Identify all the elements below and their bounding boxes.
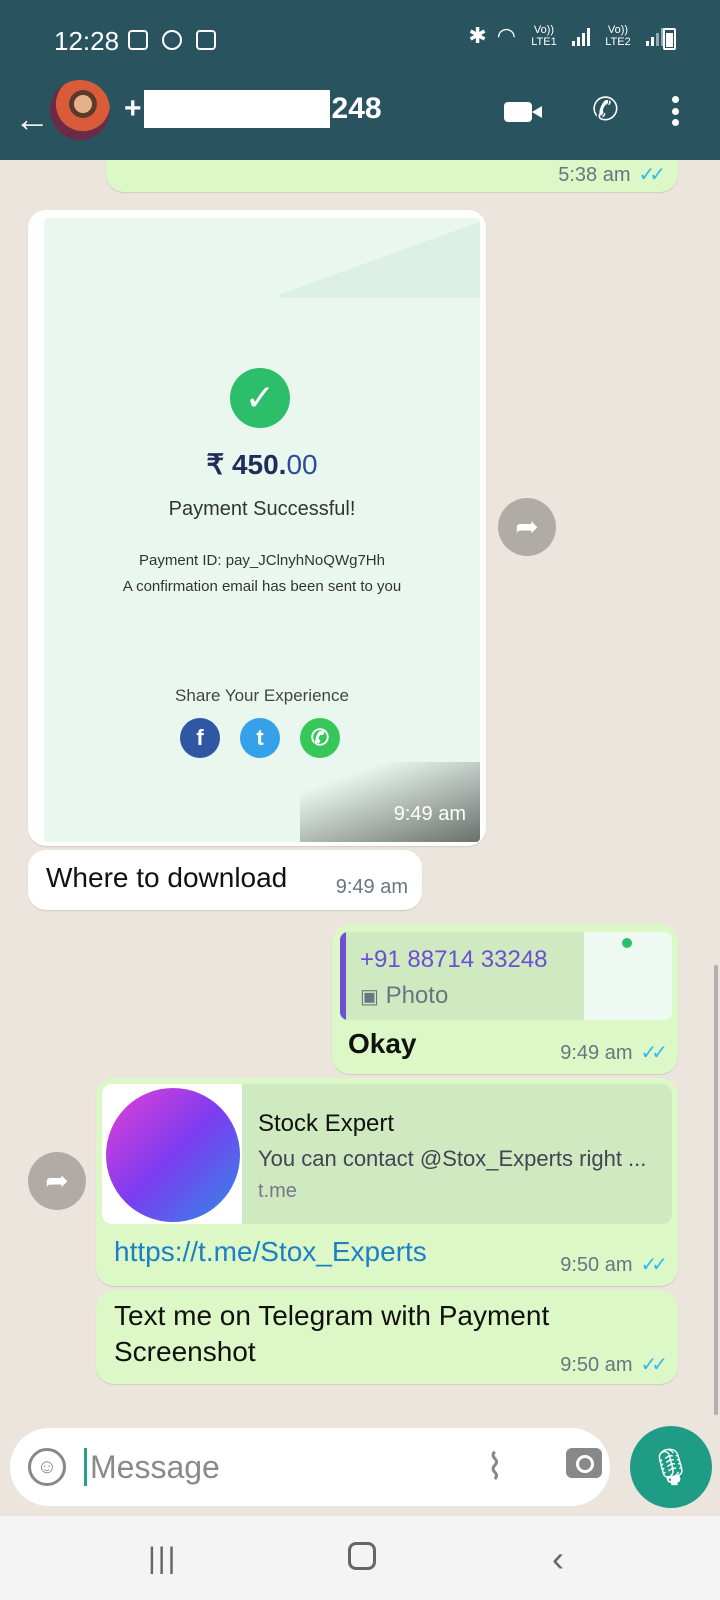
quote-thumbnail bbox=[584, 932, 672, 1020]
sim1-signal-icon bbox=[572, 26, 590, 46]
message-time: 9:50 am ✓✓ bbox=[560, 1354, 668, 1376]
battery-icon bbox=[663, 28, 676, 50]
emoji-icon[interactable]: ☺ bbox=[28, 1448, 66, 1486]
payment-details: Payment ID: pay_JClnyhNoQWg7Hh A confirm… bbox=[44, 548, 480, 600]
message-text: Where to download bbox=[46, 862, 288, 893]
bluetooth-icon: ✱ bbox=[468, 23, 487, 48]
social-icons: f t ✆ bbox=[180, 718, 340, 758]
message-time: 9:50 am ✓✓ bbox=[560, 1254, 668, 1276]
contact-suffix: 248 bbox=[331, 92, 382, 125]
read-ticks-icon: ✓✓ bbox=[640, 1354, 667, 1376]
message-time: 9:49 am ✓✓ bbox=[560, 1042, 668, 1064]
message-bubble-incoming[interactable]: Where to download 9:49 am bbox=[28, 850, 422, 910]
mic-button[interactable]: 🎙 bbox=[630, 1426, 712, 1508]
share-title: Share Your Experience bbox=[175, 686, 349, 705]
wifi-icon: ◠ bbox=[496, 23, 516, 48]
contact-name[interactable]: + 248 bbox=[124, 90, 382, 128]
facebook-icon: f bbox=[180, 718, 220, 758]
payment-id: Payment ID: pay_JClnyhNoQWg7Hh bbox=[139, 552, 385, 569]
message-bubble-image[interactable]: ✓ ₹ 450.00 Payment Successful! Payment I… bbox=[28, 210, 486, 846]
link-title: Stock Expert bbox=[258, 1110, 395, 1137]
read-ticks-icon: ✓✓ bbox=[640, 1254, 667, 1276]
quote-type: ▣ Photo bbox=[360, 982, 449, 1009]
payment-status: Payment Successful! bbox=[168, 498, 356, 520]
decorative-corner bbox=[280, 218, 480, 298]
signal-area: ✱ ◠ Vo)) LTE1 Vo)) LTE2 bbox=[468, 24, 664, 48]
app-notification-icon bbox=[196, 30, 216, 50]
notification-icons bbox=[128, 30, 216, 50]
quote-bar bbox=[340, 932, 346, 1020]
forward-icon[interactable]: ➦ bbox=[498, 498, 556, 556]
link-domain: t.me bbox=[258, 1180, 297, 1202]
contact-prefix: + bbox=[124, 92, 142, 125]
home-icon[interactable] bbox=[348, 1542, 376, 1570]
status-bar: 12:28 ✱ ◠ Vo)) LTE1 Vo)) LTE2 bbox=[0, 0, 720, 80]
video-call-icon[interactable] bbox=[504, 102, 542, 122]
message-bubble-link[interactable]: Stock Expert You can contact @Stox_Exper… bbox=[96, 1078, 678, 1286]
read-ticks-icon: ✓✓ bbox=[640, 1042, 667, 1064]
text-caret bbox=[84, 1448, 87, 1486]
quoted-message[interactable]: +91 88714 33248 ▣ Photo bbox=[340, 932, 672, 1020]
confirmation-text: A confirmation email has been sent to yo… bbox=[122, 578, 402, 595]
message-input-bar: ☺ ⌇ bbox=[10, 1428, 610, 1506]
gallery-notification-icon bbox=[128, 30, 148, 50]
redacted-block bbox=[143, 90, 330, 128]
chat-area[interactable]: 5:38 am ✓✓ ✓ ₹ 450.00 Payment Successful!… bbox=[0, 160, 720, 1430]
link-thumbnail bbox=[102, 1084, 242, 1224]
arrow-left-icon[interactable]: ← bbox=[14, 94, 50, 144]
link-description: You can contact @Stox_Experts right ... bbox=[258, 1146, 647, 1171]
message-text: Text me on Telegram with Payment Screens… bbox=[114, 1300, 550, 1367]
phone-icon[interactable]: ✆ bbox=[592, 90, 619, 128]
back-icon[interactable]: ‹ bbox=[552, 1538, 564, 1580]
message-text: Okay bbox=[348, 1028, 417, 1059]
check-circle-icon: ✓ bbox=[230, 368, 290, 428]
message-link[interactable]: https://t.me/Stox_Experts bbox=[114, 1236, 427, 1268]
camera-icon[interactable] bbox=[566, 1448, 602, 1478]
payment-screenshot[interactable]: ✓ ₹ 450.00 Payment Successful! Payment I… bbox=[44, 218, 480, 842]
stock-chart-icon bbox=[106, 1088, 240, 1222]
message-time: 9:49 am bbox=[335, 876, 408, 898]
sync-notification-icon bbox=[162, 30, 182, 50]
message-input[interactable] bbox=[90, 1442, 470, 1492]
read-ticks-icon: ✓✓ bbox=[638, 164, 665, 186]
scrollbar[interactable] bbox=[714, 965, 718, 1415]
message-time: 9:49 am bbox=[393, 803, 466, 825]
twitter-icon: t bbox=[240, 718, 280, 758]
sim1-label: Vo)) LTE1 bbox=[531, 24, 557, 48]
sim2-signal-icon bbox=[646, 26, 664, 46]
sim2-label: Vo)) LTE2 bbox=[605, 24, 631, 48]
payment-amount: ₹ 450.00 bbox=[206, 449, 318, 480]
system-nav-bar: ||| ‹ bbox=[0, 1516, 720, 1600]
quote-sender: +91 88714 33248 bbox=[360, 946, 548, 973]
forward-icon[interactable]: ➦ bbox=[28, 1152, 86, 1210]
link-preview-card[interactable]: Stock Expert You can contact @Stox_Exper… bbox=[102, 1084, 672, 1224]
image-shade bbox=[300, 762, 480, 842]
message-bubble-reply[interactable]: +91 88714 33248 ▣ Photo Okay 9:49 am ✓✓ bbox=[332, 924, 678, 1074]
chat-header: ← + 248 ✆ bbox=[0, 80, 720, 160]
whatsapp-icon: ✆ bbox=[300, 718, 340, 758]
photo-icon: ▣ bbox=[360, 986, 379, 1008]
mic-icon: 🎙 bbox=[648, 1446, 694, 1487]
status-time: 12:28 bbox=[54, 26, 120, 56]
message-bubble-outgoing[interactable]: Text me on Telegram with Payment Screens… bbox=[96, 1290, 678, 1384]
message-bubble-outgoing[interactable]: 5:38 am ✓✓ bbox=[106, 160, 678, 192]
attachment-icon[interactable]: ⌇ bbox=[486, 1446, 504, 1488]
more-vert-icon[interactable] bbox=[672, 96, 680, 126]
avatar[interactable] bbox=[50, 80, 110, 140]
recents-icon[interactable]: ||| bbox=[148, 1542, 177, 1576]
message-time: 5:38 am ✓✓ bbox=[558, 164, 666, 186]
